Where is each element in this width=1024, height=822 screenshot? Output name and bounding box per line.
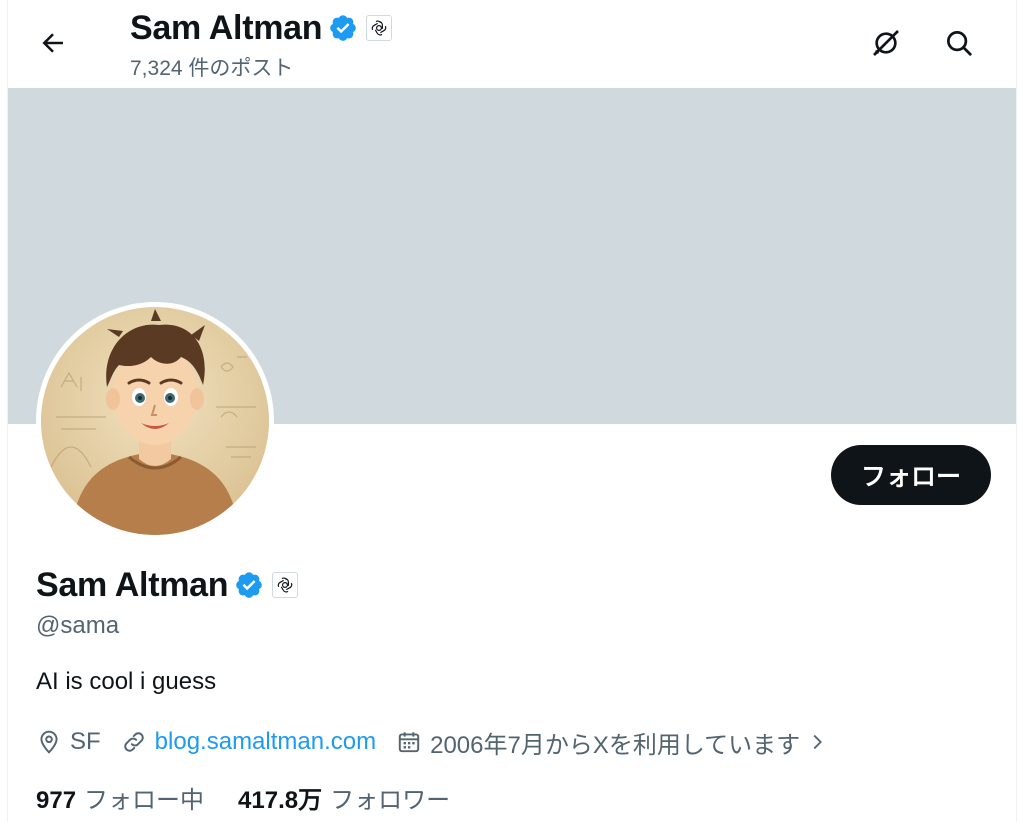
openai-logo-icon[interactable]: [366, 15, 393, 41]
follow-stats-row: 977 フォロー中 417.8万 フォロワー: [36, 780, 484, 815]
grok-button[interactable]: [865, 22, 907, 64]
joined-text: 2006年7月からXを利用しています: [430, 731, 801, 759]
profile-header-bar: Sam Altman 7,324 件のポスト: [8, 0, 1016, 88]
header-name: Sam Altman: [130, 8, 323, 47]
profile-bio: AI is cool i guess: [36, 668, 217, 695]
verified-badge-icon[interactable]: [328, 13, 358, 43]
followers-link[interactable]: 417.8万 フォロワー: [238, 780, 450, 815]
website-link[interactable]: blog.samaltman.com: [155, 728, 376, 756]
profile-name: Sam Altman: [36, 565, 229, 604]
verified-badge-icon[interactable]: [234, 570, 264, 600]
search-icon: [944, 28, 974, 58]
arrow-left-icon: [38, 28, 68, 58]
avatar[interactable]: [41, 307, 269, 535]
avatar-illustration: [41, 307, 269, 535]
following-link[interactable]: 977 フォロー中: [36, 780, 204, 815]
openai-logo-icon[interactable]: [272, 572, 299, 598]
profile-column: Sam Altman 7,324 件のポスト フォロー Sam Altman @…: [7, 0, 1017, 822]
header-post-count: 7,324 件のポスト: [130, 57, 294, 80]
calendar-icon: [396, 729, 422, 755]
follow-button[interactable]: フォロー: [831, 445, 991, 505]
location-item: SF: [36, 728, 101, 756]
page: Sam Altman 7,324 件のポスト フォロー Sam Altman @…: [0, 0, 1024, 822]
following-label: フォロー中: [84, 787, 205, 814]
location-pin-icon: [36, 729, 70, 755]
joined-item[interactable]: 2006年7月からXを利用しています: [396, 725, 828, 760]
search-button[interactable]: [938, 22, 980, 64]
profile-handle: @sama: [36, 612, 120, 639]
location-text: SF: [70, 728, 101, 755]
profile-meta-row: SF blog.samaltman.com 2006年7月からXを利用しています: [36, 724, 828, 760]
link-icon: [121, 729, 155, 755]
back-button[interactable]: [32, 22, 74, 64]
followers-label: フォロワー: [330, 787, 451, 814]
avatar-frame[interactable]: [36, 302, 274, 540]
followers-count: 417.8万: [238, 787, 323, 814]
website-item[interactable]: blog.samaltman.com: [121, 728, 376, 756]
following-count: 977: [36, 787, 77, 814]
grok-icon: [870, 27, 902, 59]
profile-name-row: Sam Altman: [36, 562, 299, 608]
chevron-right-icon: [806, 731, 828, 753]
header-title-row: Sam Altman: [130, 6, 393, 50]
